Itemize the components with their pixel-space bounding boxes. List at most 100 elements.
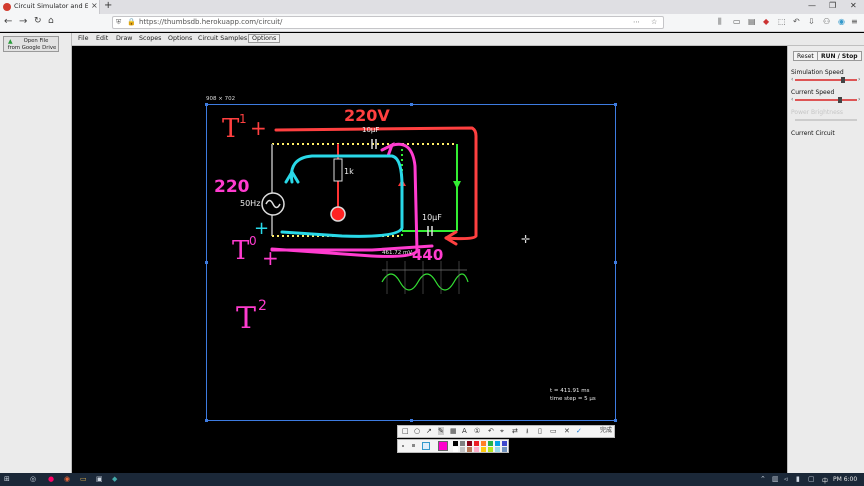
done-button[interactable]: 完成 (600, 425, 612, 434)
home-icon[interactable]: ⌂ (48, 16, 54, 26)
open-file-label: Open File (23, 38, 49, 44)
close-window-icon[interactable]: ✕ (850, 1, 857, 10)
address-bar[interactable]: ⛨ 🔒 https://thumbsdb.herokuapp.com/circu… (112, 16, 664, 29)
reload-icon[interactable]: ↻ (34, 16, 42, 26)
size-small-icon[interactable] (402, 445, 404, 447)
simulation-speed-slider[interactable]: ‹ › (791, 76, 861, 83)
color-swatch[interactable] (453, 441, 458, 446)
lock-icon: 🔒 (127, 18, 136, 26)
confirm-icon[interactable]: ✓ (576, 427, 582, 435)
folder-icon[interactable]: ▭ (80, 475, 87, 483)
account-icon[interactable]: ⚇ (823, 17, 830, 26)
app-icon[interactable]: ◆ (112, 475, 117, 483)
slider-track (795, 79, 857, 81)
color-swatch[interactable] (474, 447, 479, 452)
start-icon[interactable]: ⊞ (4, 475, 10, 483)
battery-icon[interactable]: ▮ (796, 475, 800, 483)
sync-icon[interactable]: ◉ (838, 17, 845, 26)
color-swatch[interactable] (467, 447, 472, 452)
app-icon[interactable]: ● (48, 475, 54, 483)
color-swatch[interactable] (495, 447, 500, 452)
color-swatch[interactable] (474, 441, 479, 446)
translate-icon[interactable]: ⇄ (512, 427, 518, 435)
color-swatch[interactable] (502, 447, 507, 452)
volume-icon[interactable]: ◃ (784, 475, 788, 483)
screen: Circuit Simulator and Editor × + — ❐ ✕ ←… (0, 0, 864, 486)
forward-icon[interactable]: → (19, 16, 27, 27)
run-stop-button[interactable]: RUN / Stop (817, 51, 862, 61)
firefox-icon[interactable]: ◉ (64, 475, 70, 483)
reset-button[interactable]: Reset (793, 51, 818, 61)
ellipse-icon[interactable]: ○ (414, 427, 420, 435)
tab-close-icon[interactable]: × (91, 1, 98, 10)
open-file-google-drive-button[interactable]: ▲ Open File from Google Drive (3, 36, 59, 52)
input-language[interactable]: 中 (822, 476, 828, 485)
more-icon[interactable]: ⋯ (633, 18, 640, 26)
new-tab-button[interactable]: + (104, 0, 112, 11)
ink-stroke (270, 142, 419, 258)
color-swatch[interactable] (453, 447, 458, 452)
app-icon[interactable]: ▣ (96, 475, 103, 483)
downloads-icon[interactable]: ⇩ (808, 17, 815, 26)
menu-options-active[interactable]: Options (248, 34, 281, 43)
current-speed-slider[interactable]: ‹ › (791, 96, 861, 103)
screenshot-icon[interactable]: ⬚ (778, 17, 786, 26)
undo-icon[interactable]: ↶ (488, 427, 494, 435)
menu-icon[interactable]: ≡ (851, 17, 858, 26)
clock[interactable]: PM 6:00 (833, 476, 857, 483)
copy-icon[interactable]: ▯ (538, 427, 542, 435)
color-swatch[interactable] (488, 447, 493, 452)
bookmark-icon[interactable]: ▭ (550, 427, 557, 435)
search-icon[interactable]: ◎ (30, 475, 36, 483)
save-icon[interactable]: ⭳ (526, 427, 528, 438)
scope-value-label: 461.72 mV (382, 250, 413, 256)
maximize-icon[interactable]: ❐ (829, 1, 836, 10)
menu-edit[interactable]: Edit (96, 35, 108, 42)
menu-draw[interactable]: Draw (116, 35, 132, 42)
pin-icon[interactable]: ⌖ (500, 427, 504, 436)
menu-file[interactable]: File (78, 35, 89, 42)
tray-icon[interactable]: ⌃ (760, 475, 766, 483)
size-medium-icon[interactable] (412, 444, 415, 447)
annot-t1: T (222, 114, 240, 144)
browser-tab[interactable]: Circuit Simulator and Editor × (0, 0, 100, 14)
back-icon[interactable]: ← (4, 16, 12, 27)
time-step-label: time step = 5 μs (550, 396, 596, 402)
annot-220: 220 (214, 177, 250, 197)
color-swatch[interactable] (495, 441, 500, 446)
active-color-swatch[interactable] (438, 441, 448, 451)
color-swatch[interactable] (460, 447, 465, 452)
time-label: t = 411.91 ms (550, 388, 590, 394)
slider-knob[interactable] (837, 97, 842, 103)
color-swatch[interactable] (488, 441, 493, 446)
menu-options[interactable]: Options (168, 35, 192, 42)
rect-icon[interactable]: □ (402, 427, 409, 435)
menu-scopes[interactable]: Scopes (139, 35, 161, 42)
circuit-canvas[interactable]: 908 × 702 T 1 + 220V 220 T 0 + + 440 T 2… (72, 46, 787, 473)
undo-close-icon[interactable]: ↶ (793, 17, 800, 26)
pen-icon[interactable]: ✎ (438, 427, 444, 435)
bookmark-star-icon[interactable]: ☆ (651, 18, 657, 26)
library-icon[interactable]: ⫼ (718, 17, 722, 27)
arrow-icon[interactable]: ↗ (426, 427, 432, 435)
color-swatch[interactable] (481, 447, 486, 452)
mosaic-icon[interactable]: ▦ (450, 427, 457, 435)
reader-icon[interactable]: ▤ (748, 17, 756, 26)
slider-knob[interactable] (841, 77, 846, 83)
color-swatch[interactable] (467, 441, 472, 446)
network-icon[interactable]: ▥ (772, 475, 779, 483)
menu-circuit-samples[interactable]: Circuit Samples (198, 35, 247, 42)
color-swatch[interactable] (460, 441, 465, 446)
extension-icon[interactable]: ◆ (763, 17, 769, 26)
notification-icon[interactable]: ▢ (808, 475, 815, 483)
color-swatch[interactable] (502, 441, 507, 446)
cancel-icon[interactable]: ✕ (564, 427, 570, 435)
sidebar-icon[interactable]: ▭ (733, 17, 741, 26)
color-swatch[interactable] (481, 441, 486, 446)
annot-t0-plus-cyan: + (254, 218, 270, 239)
size-large-icon[interactable] (422, 442, 430, 450)
number-icon[interactable]: ① (474, 427, 480, 435)
minimize-icon[interactable]: — (808, 1, 816, 10)
power-brightness-label: Power Brightness (791, 109, 844, 116)
text-icon[interactable]: A (462, 427, 467, 435)
